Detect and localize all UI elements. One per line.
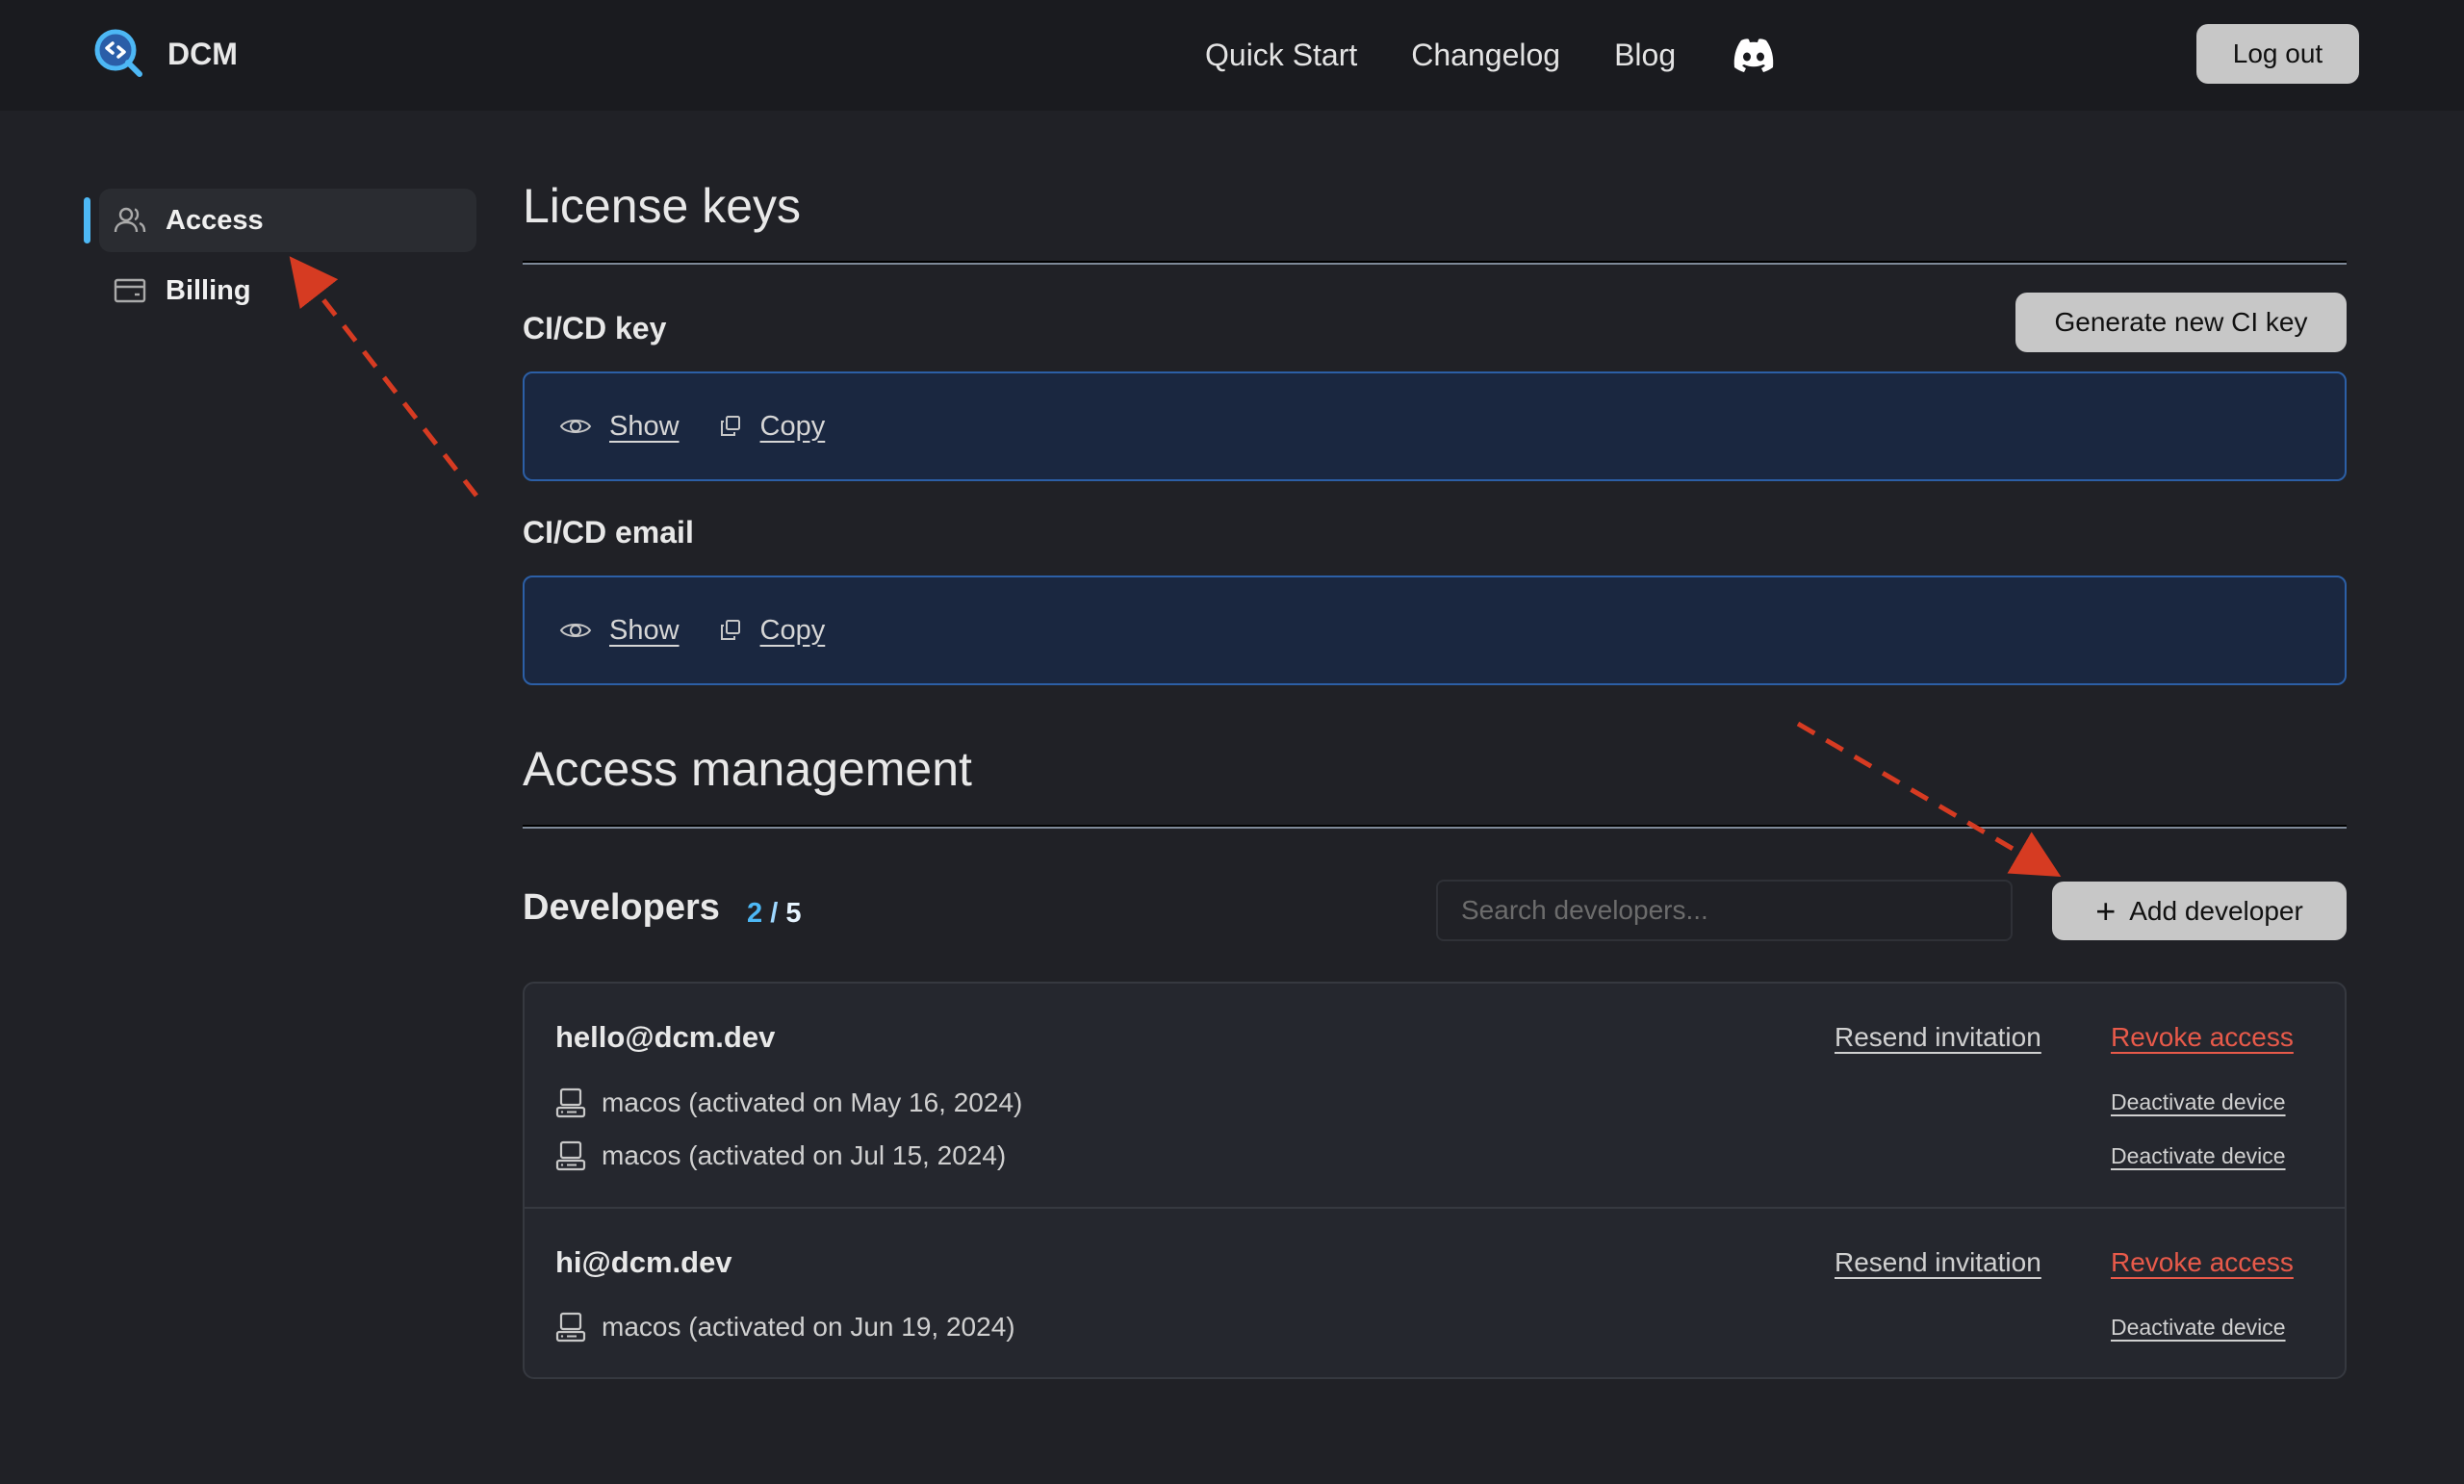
developer-count: 2 / 5	[747, 898, 801, 930]
copy-icon	[720, 620, 740, 640]
eye-icon	[559, 624, 592, 637]
brand-name: DCM	[167, 36, 238, 71]
generate-ci-key-button[interactable]: Generate new CI key	[2015, 293, 2347, 352]
ci-key-label: CI/CD key	[523, 311, 667, 345]
show-ci-email-button[interactable]: Show	[559, 615, 680, 647]
nav-changelog[interactable]: Changelog	[1411, 38, 1560, 73]
annotation-arrow-to-add-developer	[1796, 721, 2062, 878]
eye-icon	[559, 420, 592, 433]
device-item: macos (activated on Jun 19, 2024)	[555, 1312, 1015, 1343]
dcm-logo-icon	[94, 29, 142, 77]
add-developer-label: Add developer	[2129, 895, 2303, 926]
credit-card-icon	[114, 278, 146, 303]
computer-icon	[555, 1087, 586, 1118]
resend-invitation-link[interactable]: Resend invitation	[1835, 1247, 2041, 1278]
resend-invitation-link[interactable]: Resend invitation	[1835, 1022, 2041, 1053]
logout-button[interactable]: Log out	[2196, 24, 2359, 84]
computer-icon	[555, 1140, 586, 1171]
developers-list: hello@dcm.dev Resend invitation Revoke a…	[523, 982, 2347, 1379]
device-label: macos (activated on Jul 15, 2024)	[602, 1140, 1007, 1170]
section-divider	[523, 825, 2347, 829]
developer-count-total: 5	[785, 898, 802, 929]
revoke-access-link[interactable]: Revoke access	[2111, 1247, 2294, 1278]
nav-quick-start[interactable]: Quick Start	[1205, 38, 1357, 73]
users-icon	[114, 207, 146, 233]
top-navbar: DCM Quick Start Changelog Blog Log out	[0, 0, 2464, 111]
add-developer-button[interactable]: + Add developer	[2052, 882, 2347, 940]
device-label: macos (activated on May 16, 2024)	[602, 1087, 1023, 1117]
brand-link[interactable]: DCM	[92, 27, 238, 81]
developer-email: hi@dcm.dev	[555, 1245, 732, 1279]
developer-email: hello@dcm.dev	[555, 1020, 776, 1054]
copy-icon	[720, 416, 740, 436]
deactivate-device-link[interactable]: Deactivate device	[2111, 1143, 2286, 1169]
developers-heading: Developers	[523, 887, 720, 928]
copy-ci-email-button[interactable]: Copy	[718, 614, 826, 647]
section-divider	[523, 261, 2347, 265]
copy-ci-key-button[interactable]: Copy	[718, 410, 826, 443]
copy-label: Copy	[759, 614, 826, 646]
nav-blog[interactable]: Blog	[1614, 38, 1676, 73]
sidebar-item-label: Billing	[166, 274, 251, 306]
developer-row: hi@dcm.dev Resend invitation Revoke acce…	[525, 1207, 2345, 1377]
sidebar-item-label: Access	[166, 204, 264, 236]
discord-icon[interactable]	[1730, 37, 1778, 75]
sidebar-item-billing[interactable]: Billing	[99, 259, 476, 322]
revoke-access-link[interactable]: Revoke access	[2111, 1022, 2294, 1053]
developer-row: hello@dcm.dev Resend invitation Revoke a…	[525, 984, 2345, 1209]
computer-icon	[555, 1312, 586, 1343]
show-label: Show	[609, 410, 680, 442]
developer-count-separator: /	[770, 898, 779, 929]
deactivate-device-link[interactable]: Deactivate device	[2111, 1089, 2286, 1115]
ci-key-box: Show Copy	[523, 371, 2347, 481]
device-label: macos (activated on Jun 19, 2024)	[602, 1312, 1015, 1342]
device-item: macos (activated on May 16, 2024)	[555, 1087, 1022, 1118]
plus-icon: +	[2095, 890, 2117, 931]
ci-email-box: Show Copy	[523, 576, 2347, 685]
show-label: Show	[609, 614, 680, 646]
ci-email-label: CI/CD email	[523, 515, 694, 550]
main-nav: Quick Start Changelog Blog	[1205, 0, 1778, 111]
device-item: macos (activated on Jul 15, 2024)	[555, 1140, 1006, 1171]
sidebar-item-access[interactable]: Access	[99, 189, 476, 252]
active-indicator	[84, 197, 90, 243]
search-developers-input[interactable]	[1436, 880, 2013, 941]
access-management-title: Access management	[523, 742, 972, 796]
show-ci-key-button[interactable]: Show	[559, 411, 680, 443]
copy-label: Copy	[759, 410, 826, 442]
deactivate-device-link[interactable]: Deactivate device	[2111, 1315, 2286, 1341]
developer-count-current: 2	[747, 898, 763, 929]
license-keys-title: License keys	[523, 179, 802, 233]
